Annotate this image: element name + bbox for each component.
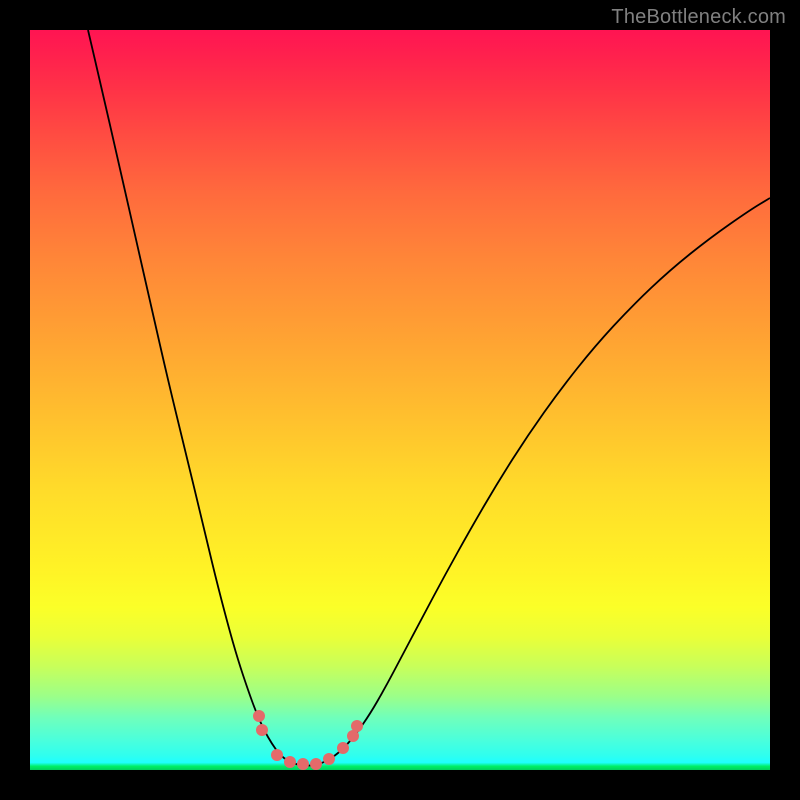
plot-area [30, 30, 770, 770]
chart-svg [30, 30, 770, 770]
curve-marker [323, 753, 335, 765]
curve-marker [253, 710, 265, 722]
curve-marker [284, 756, 296, 768]
curve-marker [297, 758, 309, 770]
curve-marker [310, 758, 322, 770]
bottleneck-curve [88, 30, 770, 766]
chart-frame: TheBottleneck.com [0, 0, 800, 800]
curve-marker [351, 720, 363, 732]
curve-marker [337, 742, 349, 754]
curve-marker [271, 749, 283, 761]
curve-marker [256, 724, 268, 736]
watermark-text: TheBottleneck.com [611, 6, 786, 29]
